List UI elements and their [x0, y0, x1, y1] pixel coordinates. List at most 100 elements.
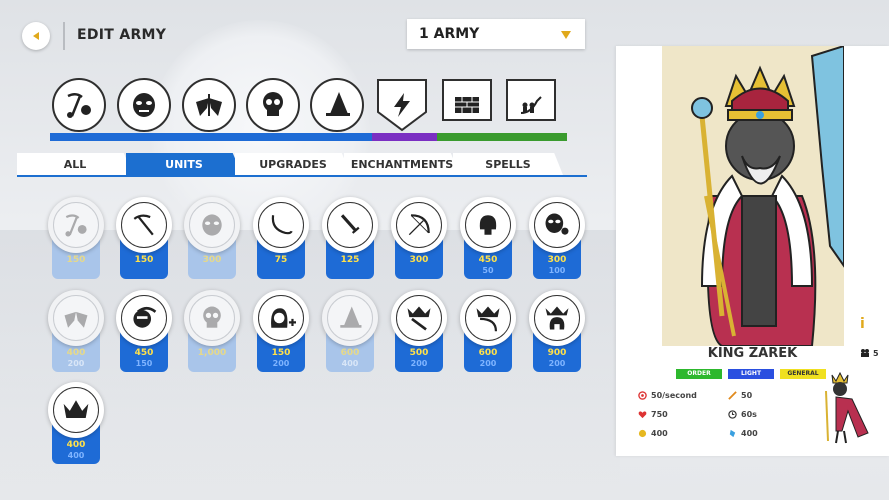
units-category-bar [50, 133, 372, 141]
unit-card-pickaxe[interactable]: 150 [114, 197, 174, 281]
back-button[interactable] [22, 22, 50, 50]
unit-price: 1,000 [197, 348, 227, 358]
tab-upgrades[interactable]: UPGRADES [235, 153, 351, 175]
category-mask-button[interactable] [117, 78, 171, 132]
stat-health: 750 [638, 410, 668, 419]
tab-enchantments[interactable]: ENCHANTMENTS [344, 153, 460, 175]
pickaxe-icon [133, 214, 154, 236]
category-wings-button[interactable] [182, 78, 236, 132]
unit-pop: 50 [482, 266, 494, 275]
army-dropdown-value: 1 ARMY [419, 26, 480, 42]
info-icon[interactable]: i [860, 316, 865, 332]
clock-icon [728, 410, 737, 419]
enchantments-category-bar [372, 133, 437, 141]
unit-card-sword[interactable]: 125 [320, 197, 380, 281]
tag-order: ORDER [676, 369, 722, 379]
unit-card-wings[interactable]: 400 200 [46, 290, 106, 374]
sword-icon [340, 214, 360, 234]
mask-icon [202, 214, 222, 236]
spartan-helmet-icon [479, 215, 497, 235]
unit-price: 900 [547, 348, 567, 358]
unit-pop: 200 [479, 359, 497, 368]
unit-card-ninja[interactable]: 450 150 [114, 290, 174, 374]
stat-damage: 50 [728, 391, 752, 400]
unit-pop: 200 [67, 359, 85, 368]
wizard-hat-icon [326, 92, 350, 116]
tactics-icon [520, 96, 542, 114]
unit-price: 300 [202, 255, 222, 265]
stat-gold: 400 [638, 429, 668, 438]
category-wall-button[interactable] [439, 76, 495, 134]
unit-card-crown-bow[interactable]: 600 200 [458, 290, 518, 374]
unit-price: 400 [66, 348, 86, 358]
mask-skull-icon [545, 213, 569, 235]
unit-pop: 200 [410, 359, 428, 368]
tabs-underline [17, 175, 587, 177]
unit-card-crown[interactable]: 400 400 [46, 382, 106, 466]
unit-pop: 400 [67, 451, 85, 460]
unit-pop: 100 [548, 266, 566, 275]
unit-price: 150 [271, 348, 291, 358]
unit-card-skull[interactable]: 1,000 [182, 290, 242, 374]
unit-card-crown-sword[interactable]: 500 200 [389, 290, 449, 374]
unit-card-hooded-plus[interactable]: 150 200 [251, 290, 311, 374]
unit-card-mask-skull[interactable]: 300 100 [527, 197, 587, 281]
stat-mana: 400 [728, 429, 758, 438]
tab-spells[interactable]: SPELLS [453, 153, 563, 175]
filter-tabs: ALL UNITS UPGRADES ENCHANTMENTS SPELLS [17, 153, 587, 177]
category-miner-button[interactable] [52, 78, 106, 132]
army-dropdown[interactable]: 1 ARMY [407, 19, 585, 49]
whip-icon [271, 215, 293, 235]
unit-pop: 150 [135, 359, 153, 368]
miner-icon [67, 93, 91, 118]
unit-pop: 200 [548, 359, 566, 368]
unit-price: 450 [478, 255, 498, 265]
unit-price: 300 [409, 255, 429, 265]
category-skull-button[interactable] [246, 78, 300, 132]
unit-card-crown-helmet[interactable]: 900 200 [527, 290, 587, 374]
category-tactics-button[interactable] [503, 76, 559, 134]
unit-price: 450 [134, 348, 154, 358]
unit-card-mask[interactable]: 300 [182, 197, 242, 281]
gold-coin-icon [638, 429, 647, 438]
unit-price: 400 [66, 440, 86, 450]
page-title: EDIT ARMY [77, 27, 167, 43]
unit-portrait [662, 46, 844, 346]
unit-pop: 200 [272, 359, 290, 368]
unit-pop: 400 [341, 359, 359, 368]
unit-name: KING ZAREK [707, 346, 798, 361]
mini-king-sprite [806, 371, 876, 446]
unit-price: 150 [134, 255, 154, 265]
heart-icon [638, 411, 647, 419]
unit-price: 600 [340, 348, 360, 358]
unit-detail-panel: i 5 KING ZAREK ORDER LIGHT GENERAL 50/se… [616, 46, 889, 456]
unit-price: 75 [274, 255, 288, 265]
sword-icon [728, 391, 737, 400]
wings-icon [196, 94, 222, 116]
unit-price: 150 [66, 255, 86, 265]
back-arrow-icon [33, 32, 39, 40]
upgrades-category-bar [437, 133, 567, 141]
rate-icon [638, 391, 647, 400]
unit-card-spartan[interactable]: 450 50 [458, 197, 518, 281]
mana-crystal-icon [729, 429, 736, 438]
unit-card-wizard[interactable]: 600 400 [320, 290, 380, 374]
tab-all[interactable]: ALL [17, 153, 133, 175]
ninja-icon [133, 306, 157, 328]
unit-card-bow[interactable]: 300 [389, 197, 449, 281]
chevron-down-icon [561, 31, 571, 39]
crown-sword-icon [407, 306, 431, 331]
tab-units[interactable]: UNITS [126, 153, 242, 175]
tag-light: LIGHT [728, 369, 774, 379]
category-wizard-button[interactable] [310, 78, 364, 132]
unit-price: 125 [340, 255, 360, 265]
unit-price: 300 [547, 255, 567, 265]
crown-bow-icon [476, 306, 500, 332]
unit-price: 600 [478, 348, 498, 358]
unit-card-whip[interactable]: 75 [251, 197, 311, 281]
skull-icon [203, 306, 221, 328]
unit-card-miner[interactable]: 150 [46, 197, 106, 281]
category-lightning-button[interactable] [374, 76, 430, 134]
lightning-icon [394, 93, 410, 117]
header-separator [63, 22, 65, 50]
